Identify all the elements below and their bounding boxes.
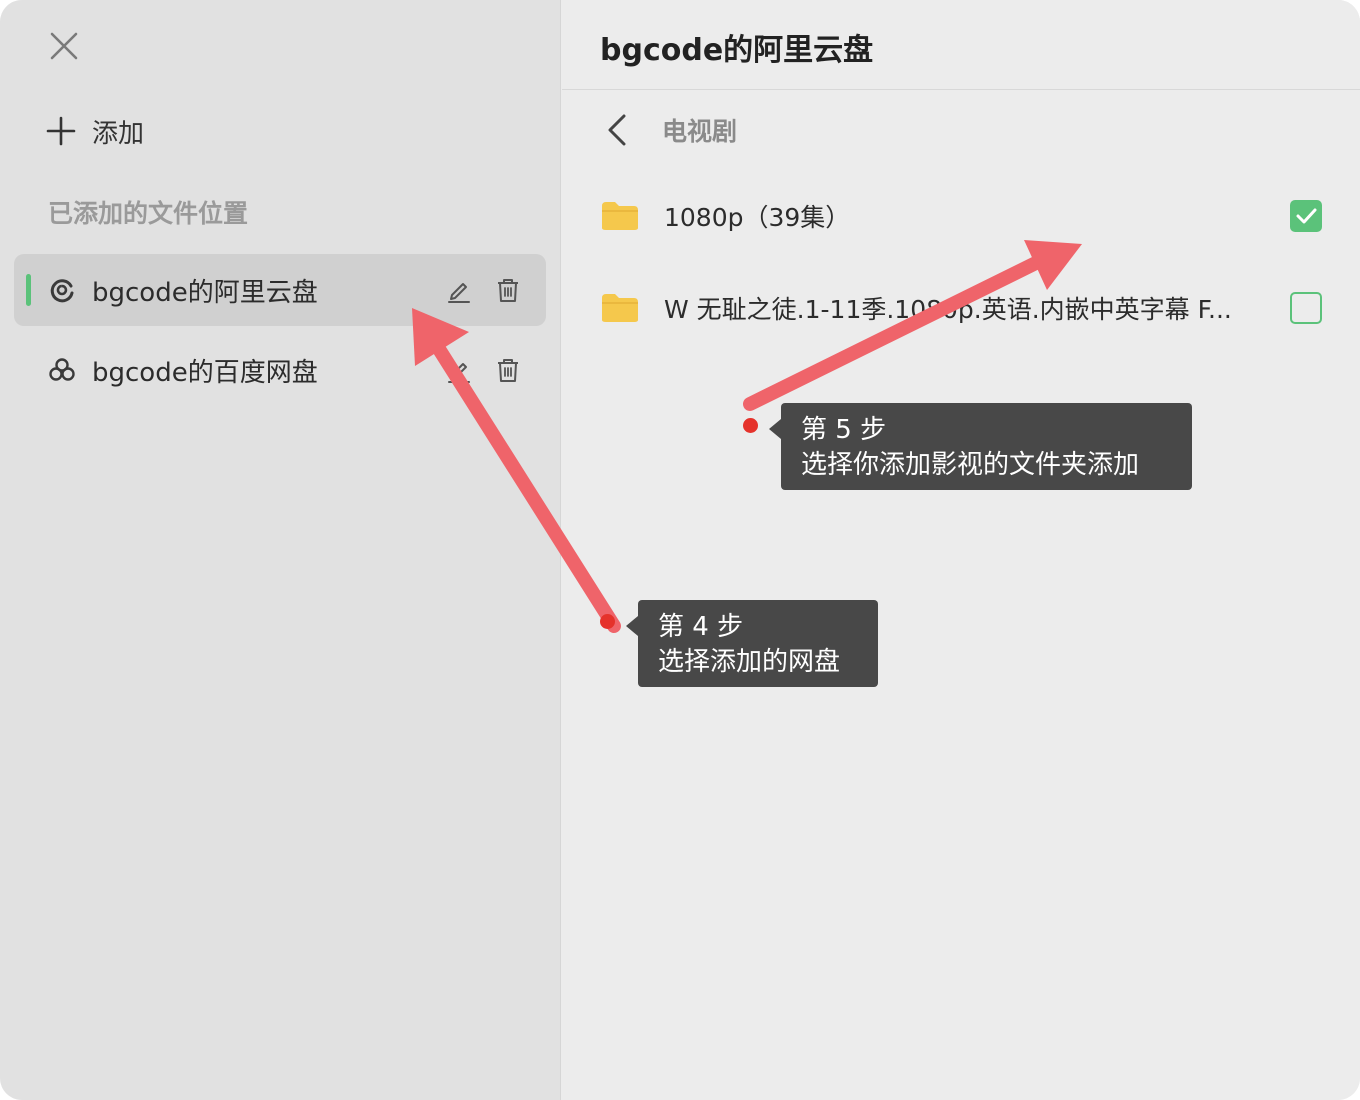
- location-name: bgcode的阿里云盘: [92, 277, 318, 308]
- app-window: 添加 已添加的文件位置 bgcode的阿里云盘 bgcode的百度网盘 bgco…: [0, 0, 1360, 1100]
- baidu-pan-icon: [49, 358, 75, 381]
- tooltip-step5-title: 第 5 步: [801, 415, 887, 445]
- aliyun-drive-icon: [50, 279, 74, 303]
- folder-checkbox[interactable]: [1290, 200, 1322, 232]
- folder-icon: [602, 202, 638, 230]
- folder-name: 1080p（39集）: [664, 203, 851, 232]
- annotation-dot-step5: [743, 418, 758, 433]
- sidebar: 添加 已添加的文件位置 bgcode的阿里云盘 bgcode的百度网盘: [0, 0, 561, 1100]
- main-panel: bgcode的阿里云盘 电视剧 1080p（39集） W 无耻之徒.1-11季.…: [562, 0, 1360, 1100]
- trash-icon[interactable]: [493, 355, 523, 385]
- location-name: bgcode的百度网盘: [92, 357, 318, 388]
- folder-checkbox[interactable]: [1290, 292, 1322, 324]
- main-header: bgcode的阿里云盘: [562, 0, 1360, 90]
- edit-icon[interactable]: [444, 355, 474, 385]
- tooltip-step5-text: 选择你添加影视的文件夹添加: [801, 450, 1140, 480]
- annotation-dot-step4: [600, 614, 615, 629]
- trash-icon[interactable]: [493, 275, 523, 305]
- location-item-baidu[interactable]: bgcode的百度网盘: [14, 334, 546, 406]
- edit-icon[interactable]: [444, 275, 474, 305]
- active-indicator: [26, 274, 31, 306]
- breadcrumb-current: 电视剧: [662, 117, 738, 146]
- breadcrumb: 电视剧: [600, 108, 737, 152]
- location-item-aliyun[interactable]: bgcode的阿里云盘: [14, 254, 546, 326]
- folder-icon: [602, 294, 638, 322]
- add-location-button[interactable]: 添加: [46, 108, 144, 154]
- folder-name: W 无耻之徒.1-11季.1080p.英语.内嵌中英字幕 F...: [664, 295, 1232, 324]
- tooltip-step4-text: 选择添加的网盘: [658, 647, 841, 677]
- section-title: 已添加的文件位置: [48, 199, 249, 228]
- folder-row[interactable]: W 无耻之徒.1-11季.1080p.英语.内嵌中英字幕 F...: [600, 278, 1322, 338]
- folder-row[interactable]: 1080p（39集）: [600, 186, 1322, 246]
- tooltip-step4-title: 第 4 步: [658, 612, 744, 642]
- chevron-left-icon[interactable]: [600, 108, 636, 152]
- tooltip-step4: 第 4 步 选择添加的网盘: [626, 600, 878, 687]
- add-label: 添加: [92, 118, 145, 149]
- tooltip-step5: 第 5 步 选择你添加影视的文件夹添加: [769, 403, 1192, 490]
- plus-icon: [46, 116, 76, 146]
- page-title: bgcode的阿里云盘: [600, 33, 874, 68]
- close-icon[interactable]: [44, 26, 84, 66]
- checkmark-icon: [1296, 208, 1317, 224]
